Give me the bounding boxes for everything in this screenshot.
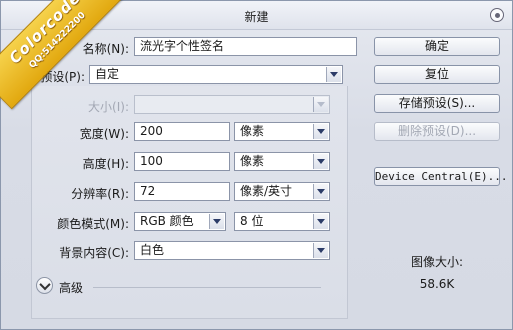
height-unit-select[interactable]: 像素 <box>234 152 330 171</box>
chevron-down-icon <box>209 214 224 229</box>
size-select[interactable] <box>134 95 330 114</box>
preset-value: 自定 <box>95 67 120 81</box>
color-mode-label: 颜色模式(M): <box>57 217 129 231</box>
device-central-button[interactable]: Device Central(E)... <box>374 167 507 186</box>
resolution-label: 分辨率(R): <box>71 187 129 201</box>
image-size-value: 58.6K <box>419 277 455 291</box>
chevron-down-icon <box>313 214 328 229</box>
new-document-dialog: 新建 名称(N): 流光字个性签名 预设(P): 自定 大小(I): 宽度(W)… <box>0 0 513 330</box>
image-size-label: 图像大小: <box>410 255 464 269</box>
name-input[interactable]: 流光字个性签名 <box>134 37 357 56</box>
height-input[interactable]: 100 <box>134 152 230 171</box>
preset-select[interactable]: 自定 <box>89 65 343 84</box>
resolution-unit-select[interactable]: 像素/英寸 <box>234 182 330 201</box>
chevron-down-icon <box>313 184 328 199</box>
background-value: 白色 <box>140 243 165 257</box>
width-unit-select[interactable]: 像素 <box>234 122 330 141</box>
width-unit-value: 像素 <box>240 124 265 138</box>
chevron-down-icon <box>326 67 341 82</box>
chevron-down-icon <box>313 124 328 139</box>
color-mode-value: RGB 颜色 <box>140 214 194 228</box>
ok-button[interactable]: 确定 <box>374 37 500 56</box>
bit-depth-select[interactable]: 8 位 <box>234 212 330 231</box>
color-mode-select[interactable]: RGB 颜色 <box>134 212 226 231</box>
chevron-down-icon <box>38 278 51 290</box>
chevron-down-icon <box>313 97 328 112</box>
resolution-unit-value: 像素/英寸 <box>240 184 293 198</box>
bit-depth-value: 8 位 <box>240 214 264 228</box>
advanced-toggle[interactable] <box>36 277 53 294</box>
chevron-down-icon <box>313 154 328 169</box>
resolution-input[interactable]: 72 <box>134 182 230 201</box>
width-label: 宽度(W): <box>79 127 129 141</box>
background-select[interactable]: 白色 <box>134 241 330 260</box>
divider <box>93 287 321 288</box>
reset-button[interactable]: 复位 <box>374 65 500 84</box>
size-label: 大小(I): <box>88 100 129 114</box>
save-preset-button[interactable]: 存储预设(S)... <box>374 94 500 113</box>
background-label: 背景内容(C): <box>59 246 129 260</box>
delete-preset-button[interactable]: 删除预设(D)... <box>374 122 500 141</box>
close-icon[interactable] <box>490 8 504 22</box>
width-input[interactable]: 200 <box>134 122 230 141</box>
height-label: 高度(H): <box>82 157 129 171</box>
chevron-down-icon <box>313 243 328 258</box>
height-unit-value: 像素 <box>240 154 265 168</box>
advanced-label: 高级 <box>59 281 84 295</box>
